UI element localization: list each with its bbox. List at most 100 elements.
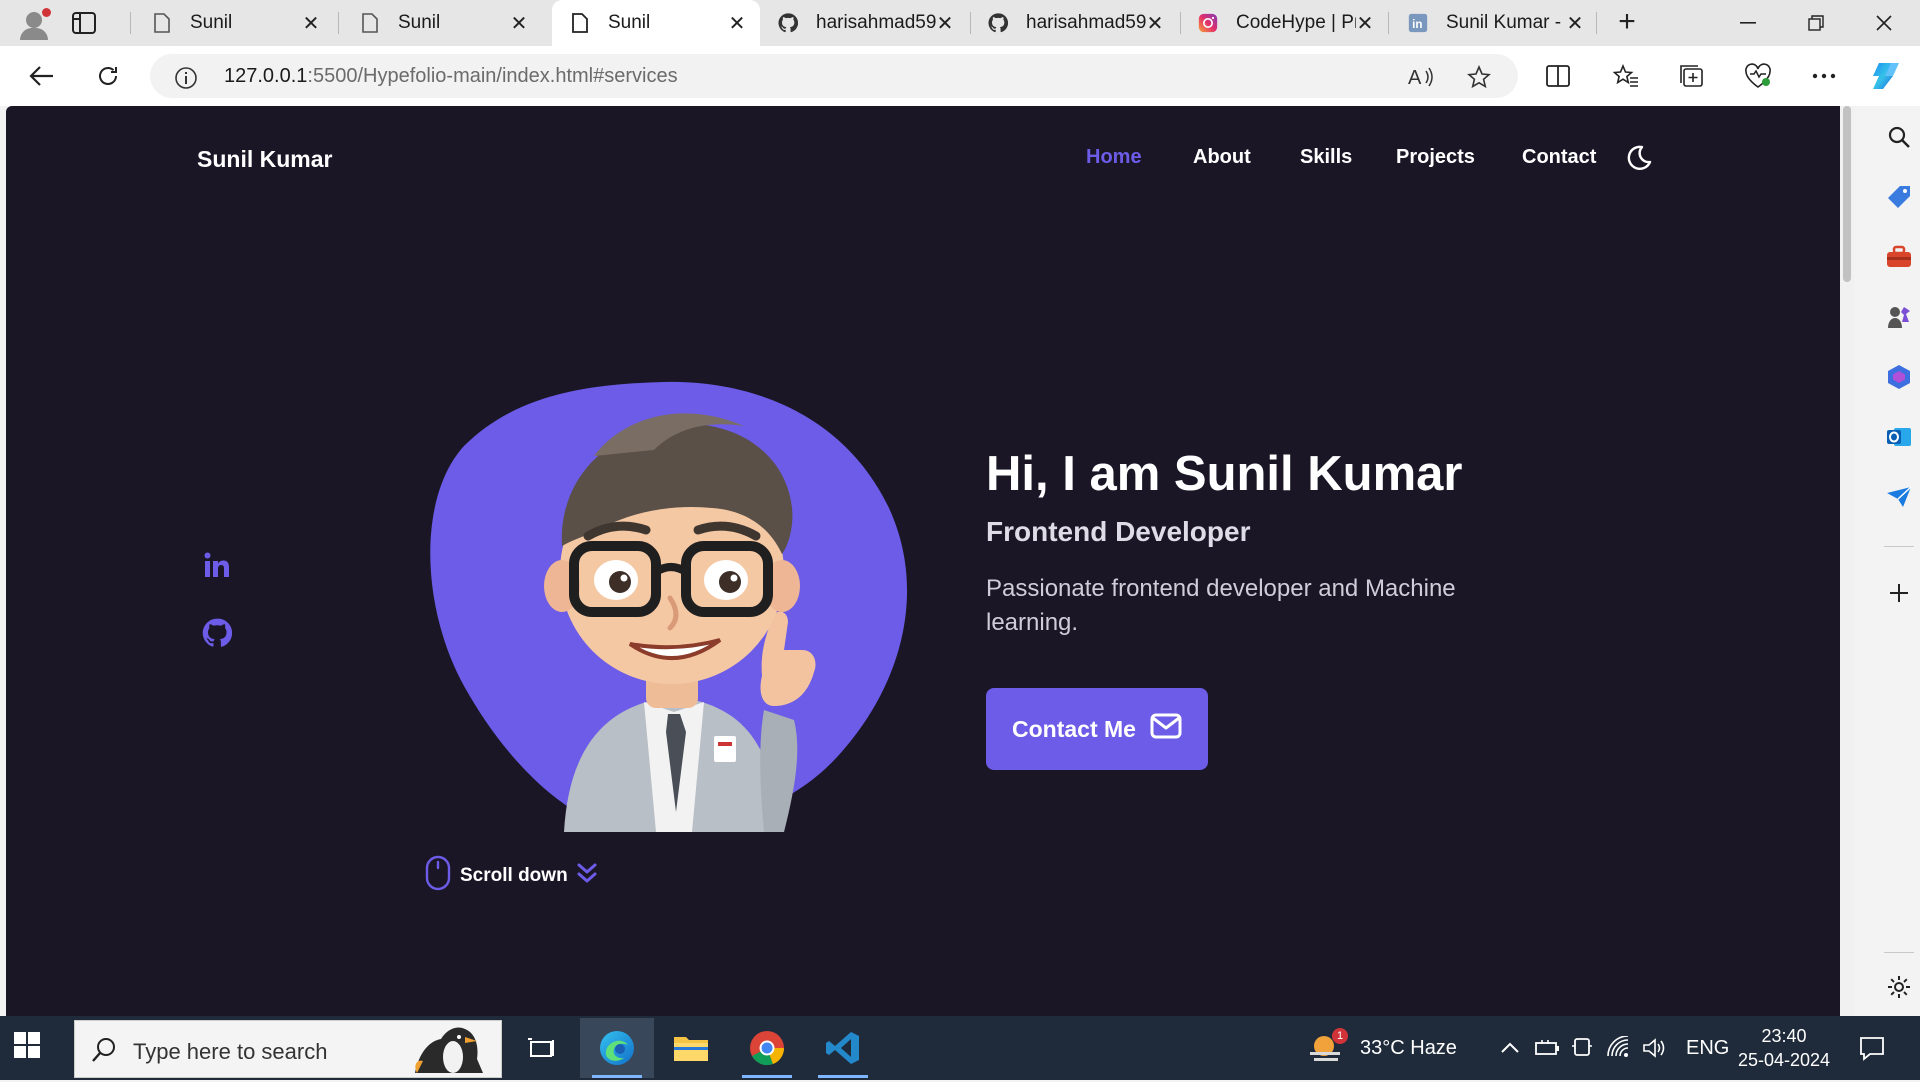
close-tab-icon[interactable]: ✕: [726, 12, 748, 35]
games-icon[interactable]: [1886, 304, 1912, 330]
tab-title: CodeHype | Pr: [1236, 12, 1356, 33]
contact-me-button[interactable]: Contact Me: [986, 688, 1208, 770]
url-path: :5500/Hypefolio-main/index.html#services: [307, 65, 678, 87]
penguin-search-highlight-icon: [403, 1023, 493, 1082]
nav-link-contact[interactable]: Contact: [1522, 146, 1596, 169]
github-icon: [988, 13, 1008, 33]
page-icon: [570, 13, 590, 33]
close-tab-icon[interactable]: ✕: [300, 12, 322, 35]
volume-icon[interactable]: [1642, 1036, 1666, 1060]
add-icon[interactable]: [1886, 580, 1912, 606]
nav-link-home[interactable]: Home: [1086, 146, 1142, 169]
svg-text:A: A: [1408, 67, 1422, 89]
read-aloud-icon[interactable]: A: [1408, 64, 1434, 90]
tab-title: Sunil Kumar -: [1446, 12, 1562, 33]
page-scrollbar[interactable]: [1840, 106, 1854, 1016]
vscode-icon[interactable]: [806, 1018, 880, 1078]
close-window-button[interactable]: [1850, 0, 1918, 46]
copilot-icon[interactable]: [1866, 56, 1906, 96]
linkedin-icon[interactable]: [202, 550, 232, 580]
clock-time: 23:40: [1761, 1026, 1807, 1046]
file-explorer-icon[interactable]: [654, 1018, 728, 1078]
site-info-icon[interactable]: [174, 66, 198, 95]
nav-link-projects[interactable]: Projects: [1396, 146, 1475, 169]
contact-me-label: Contact Me: [1012, 715, 1136, 742]
browser-toolbar: 127.0.0.1:5500/Hypefolio-main/index.html…: [0, 46, 1920, 106]
close-tab-icon[interactable]: ✕: [1564, 12, 1586, 35]
nav-link-skills[interactable]: Skills: [1300, 146, 1352, 169]
wifi-icon[interactable]: [1606, 1035, 1630, 1060]
tab-separator: [130, 12, 131, 34]
close-tab-icon[interactable]: ✕: [1144, 12, 1166, 35]
collections-icon[interactable]: [1674, 58, 1710, 94]
language-indicator[interactable]: ENG: [1686, 1016, 1729, 1080]
scroll-down-label: Scroll down: [460, 865, 568, 886]
tab-linkedin[interactable]: in Sunil Kumar - ✕: [1390, 0, 1598, 46]
task-view-icon[interactable]: [504, 1018, 578, 1078]
site-logo[interactable]: Sunil Kumar: [197, 146, 332, 173]
restore-button[interactable]: [1782, 0, 1850, 46]
sidebar-divider: [1884, 546, 1914, 547]
github-icon[interactable]: [202, 618, 232, 648]
refresh-icon[interactable]: [90, 58, 126, 94]
tab-sunil-active[interactable]: Sunil ✕: [552, 0, 760, 46]
page-edge: [1854, 106, 1878, 1016]
taskbar-clock[interactable]: 23:40 25-04-2024: [1736, 1024, 1832, 1072]
browser-tab-bar: Sunil ✕ Sunil ✕ Sunil ✕ harisahmad59 ✕ h…: [0, 0, 1920, 46]
url-host: 127.0.0.1: [224, 65, 308, 87]
close-tab-icon[interactable]: ✕: [934, 12, 956, 35]
outlook-icon[interactable]: [1886, 424, 1912, 450]
tab-github-1[interactable]: harisahmad59 ✕: [760, 0, 968, 46]
taskbar-search-box[interactable]: Type here to search: [74, 1020, 502, 1078]
weather-text[interactable]: 33°C Haze: [1360, 1016, 1457, 1080]
microsoft-365-icon[interactable]: [1886, 364, 1912, 390]
edge-taskbar-icon[interactable]: [580, 1018, 654, 1078]
windows-start-icon[interactable]: [14, 1032, 44, 1062]
tab-instagram[interactable]: CodeHype | Pr ✕: [1180, 0, 1388, 46]
tab-sunil-2[interactable]: Sunil ✕: [342, 0, 542, 46]
dark-mode-moon-icon[interactable]: [1624, 144, 1652, 172]
double-chevron-down-icon: [576, 861, 598, 891]
chevron-up-icon[interactable]: [1498, 1036, 1522, 1060]
browser-essentials-icon[interactable]: [1740, 58, 1776, 94]
portfolio-page: Sunil Kumar Home About Skills Projects C…: [6, 106, 1840, 1016]
settings-gear-icon[interactable]: [1886, 974, 1912, 1000]
search-icon[interactable]: [1886, 124, 1912, 150]
instagram-icon: [1198, 13, 1218, 33]
shopping-tag-icon[interactable]: [1886, 184, 1912, 210]
back-icon[interactable]: [24, 58, 60, 94]
weather-alert-badge: 1: [1332, 1028, 1348, 1044]
nav-link-about[interactable]: About: [1193, 146, 1251, 169]
send-icon[interactable]: [1886, 484, 1912, 510]
tab-title: Sunil: [608, 12, 651, 33]
tools-icon[interactable]: [1886, 244, 1912, 270]
tab-sunil-1[interactable]: Sunil ✕: [134, 0, 334, 46]
tab-actions-icon[interactable]: [72, 12, 96, 34]
windows-taskbar: Type here to search 1 33°C Haze ENG 23:4…: [0, 1016, 1920, 1080]
tab-github-2[interactable]: harisahmad59 ✕: [970, 0, 1178, 46]
minimize-button[interactable]: [1714, 0, 1782, 46]
taskbar-search-placeholder: Type here to search: [133, 1039, 328, 1064]
split-screen-icon[interactable]: [1540, 58, 1576, 94]
hero-avatar-image: [424, 376, 910, 832]
edge-sidebar: [1878, 106, 1920, 1016]
address-bar[interactable]: 127.0.0.1:5500/Hypefolio-main/index.html…: [150, 54, 1518, 98]
tab-title: harisahmad59: [1026, 12, 1146, 33]
profile-avatar-icon[interactable]: [14, 6, 54, 40]
battery-icon[interactable]: [1534, 1036, 1559, 1060]
new-tab-button[interactable]: +: [1612, 7, 1642, 38]
favorite-star-icon[interactable]: [1466, 64, 1492, 90]
scroll-down-link[interactable]: Scroll down: [424, 855, 598, 894]
weather-icon[interactable]: 1: [1308, 1028, 1348, 1071]
close-tab-icon[interactable]: ✕: [508, 12, 530, 35]
close-tab-icon[interactable]: ✕: [1354, 12, 1376, 35]
notifications-icon[interactable]: [1858, 1034, 1886, 1062]
mail-icon: [1150, 713, 1182, 745]
page-icon: [152, 13, 172, 33]
favorites-icon[interactable]: [1608, 58, 1644, 94]
device-icon[interactable]: [1570, 1036, 1594, 1060]
more-options-icon[interactable]: [1806, 58, 1842, 94]
scrollbar-thumb[interactable]: [1843, 106, 1851, 282]
chrome-icon[interactable]: [730, 1018, 804, 1078]
clock-date: 25-04-2024: [1737, 1050, 1831, 1070]
